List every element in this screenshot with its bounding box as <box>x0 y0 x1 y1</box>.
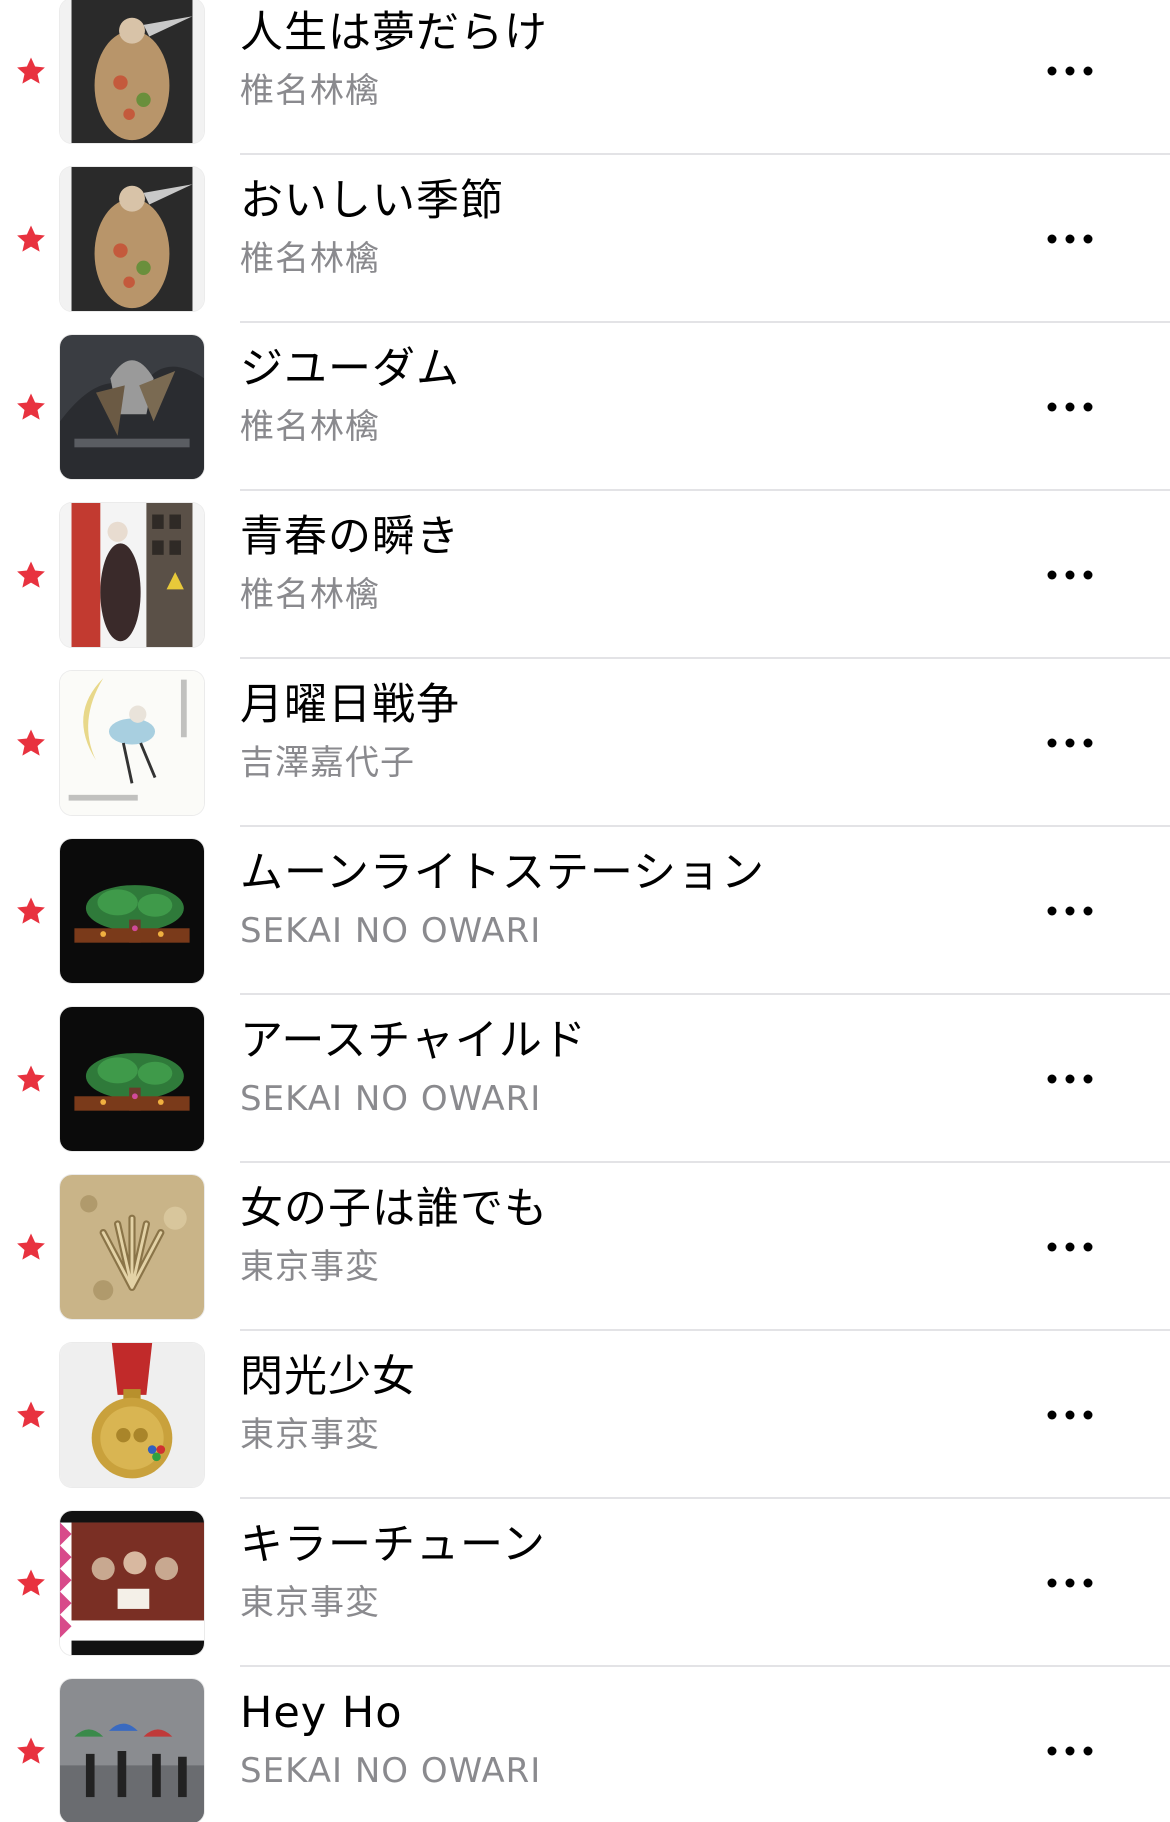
more-icon[interactable] <box>1040 47 1100 95</box>
more-icon[interactable] <box>1040 887 1100 935</box>
star-icon <box>17 1233 45 1260</box>
song-artist: SEKAI NO OWARI <box>240 911 542 951</box>
more-icon[interactable] <box>1040 215 1100 263</box>
song-artist: 東京事変 <box>240 1247 380 1287</box>
song-title: 人生は夢だらけ <box>240 8 548 58</box>
song-row[interactable]: ムーンライトステーション SEKAI NO OWARI <box>0 827 1170 995</box>
song-row[interactable]: 月曜日戦争 吉澤嘉代子 <box>0 659 1170 827</box>
song-title: アースチャイルド <box>240 1016 587 1066</box>
song-title: 青春の瞬き <box>240 512 460 562</box>
album-artwork <box>60 1007 204 1151</box>
song-row[interactable]: 人生は夢だらけ 椎名林檎 <box>0 0 1170 155</box>
song-row[interactable]: 女の子は誰でも 東京事変 <box>0 1163 1170 1331</box>
star-icon <box>17 897 45 924</box>
song-row[interactable]: おいしい季節 椎名林檎 <box>0 155 1170 323</box>
album-artwork <box>60 671 204 815</box>
song-artist: 椎名林檎 <box>240 239 380 279</box>
song-row[interactable]: アースチャイルド SEKAI NO OWARI <box>0 995 1170 1163</box>
more-icon[interactable] <box>1040 1727 1100 1775</box>
song-title: Hey Ho <box>240 1688 403 1738</box>
album-artwork <box>60 1343 204 1487</box>
album-artwork <box>60 503 204 647</box>
more-icon[interactable] <box>1040 1391 1100 1439</box>
more-icon[interactable] <box>1040 383 1100 431</box>
album-artwork <box>60 167 204 311</box>
more-icon[interactable] <box>1040 1559 1100 1607</box>
song-artist: 椎名林檎 <box>240 71 380 111</box>
song-row[interactable]: Hey Ho SEKAI NO OWARI <box>0 1667 1170 1822</box>
album-artwork <box>60 1679 204 1822</box>
song-artist: 椎名林檎 <box>240 575 380 615</box>
song-title: 閃光少女 <box>240 1352 416 1402</box>
star-icon <box>17 393 45 420</box>
more-icon[interactable] <box>1040 1223 1100 1271</box>
album-artwork <box>60 335 204 479</box>
song-title: ジユーダム <box>240 344 460 394</box>
star-icon <box>17 1737 45 1764</box>
song-title: 月曜日戦争 <box>240 680 460 730</box>
album-artwork <box>60 839 204 983</box>
song-title: おいしい季節 <box>240 176 504 226</box>
song-row[interactable]: ジユーダム 椎名林檎 <box>0 323 1170 491</box>
more-icon[interactable] <box>1040 551 1100 599</box>
song-artist: 吉澤嘉代子 <box>240 743 415 783</box>
song-artist: 椎名林檎 <box>240 407 380 447</box>
song-list: 人生は夢だらけ 椎名林檎 おいしい季節 椎名林檎 ジユーダム 椎名林檎 青春の瞬… <box>0 0 1170 1822</box>
song-artist: SEKAI NO OWARI <box>240 1751 542 1791</box>
star-icon <box>17 729 45 756</box>
album-artwork <box>60 1175 204 1319</box>
song-title: 女の子は誰でも <box>240 1184 548 1234</box>
song-row[interactable]: 閃光少女 東京事変 <box>0 1331 1170 1499</box>
song-artist: 東京事変 <box>240 1583 380 1623</box>
song-title: キラーチューン <box>240 1520 546 1570</box>
song-title: ムーンライトステーション <box>240 848 765 898</box>
album-artwork <box>60 0 204 143</box>
star-icon <box>17 225 45 252</box>
star-icon <box>17 561 45 588</box>
more-icon[interactable] <box>1040 1055 1100 1103</box>
star-icon <box>17 1569 45 1596</box>
star-icon <box>17 57 45 84</box>
album-artwork <box>60 1511 204 1655</box>
star-icon <box>17 1065 45 1092</box>
more-icon[interactable] <box>1040 719 1100 767</box>
song-artist: SEKAI NO OWARI <box>240 1079 542 1119</box>
song-artist: 東京事変 <box>240 1415 380 1455</box>
star-icon <box>17 1401 45 1428</box>
song-row[interactable]: 青春の瞬き 椎名林檎 <box>0 491 1170 659</box>
song-row[interactable]: キラーチューン 東京事変 <box>0 1499 1170 1667</box>
